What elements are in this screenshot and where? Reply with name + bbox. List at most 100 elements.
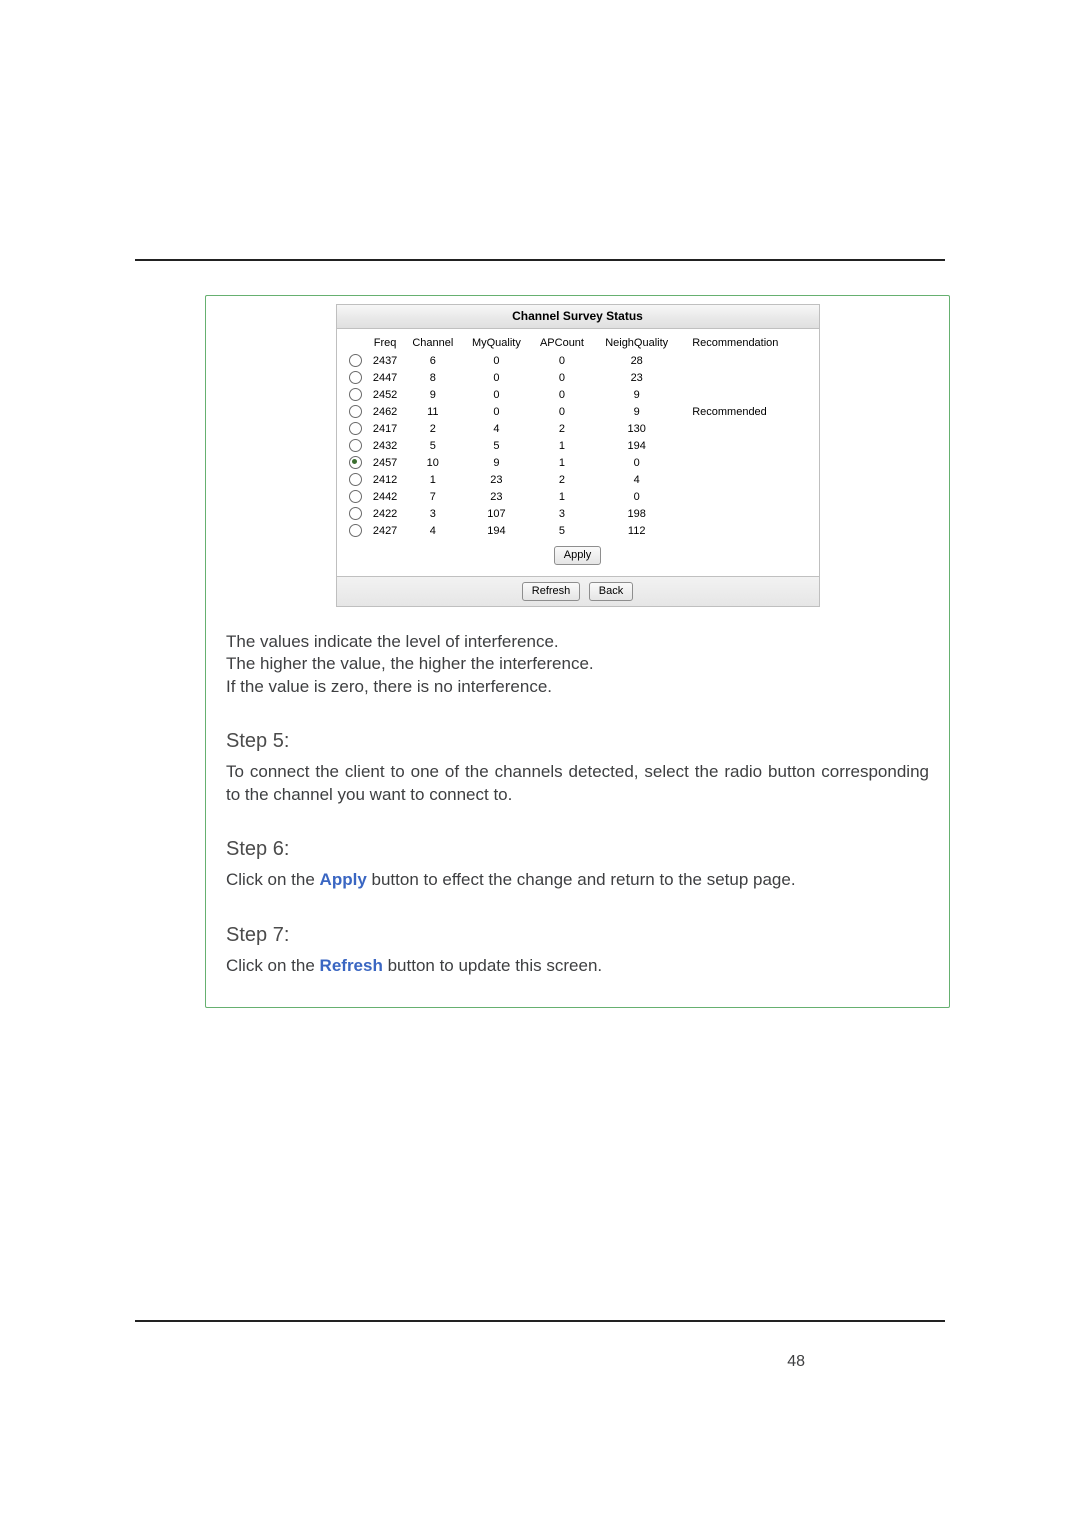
cell-recommendation — [680, 471, 810, 488]
interference-line-1: The values indicate the level of interfe… — [226, 631, 929, 653]
channel-radio[interactable] — [349, 439, 362, 452]
table-row: 241212324 — [345, 471, 811, 488]
cell-freq: 2442 — [367, 488, 404, 505]
table-row: 245710910 — [345, 454, 811, 471]
cell-recommendation — [680, 522, 810, 539]
cell-recommendation — [680, 369, 810, 386]
cell-myq: 4 — [462, 420, 531, 437]
cell-neigh: 112 — [593, 522, 680, 539]
table-row: 2432551194 — [345, 437, 811, 454]
step7-body: Click on the Refresh button to update th… — [226, 955, 929, 977]
cell-channel: 11 — [404, 403, 462, 420]
channel-radio[interactable] — [349, 371, 362, 384]
cell-recommendation — [680, 386, 810, 403]
cell-myq: 9 — [462, 454, 531, 471]
page-number: 48 — [787, 1353, 805, 1371]
channel-radio[interactable] — [349, 473, 362, 486]
step6-text-post: button to effect the change and return t… — [367, 870, 796, 889]
col-freq: Freq — [367, 334, 404, 352]
cell-freq: 2412 — [367, 471, 404, 488]
cell-apc: 1 — [531, 437, 593, 454]
step6-title: Step 6: — [226, 838, 929, 861]
cell-recommendation — [680, 488, 810, 505]
table-row: 242231073198 — [345, 505, 811, 522]
cell-apc: 2 — [531, 420, 593, 437]
cell-myq: 0 — [462, 403, 531, 420]
table-row: 242741945112 — [345, 522, 811, 539]
table-row: 244272310 — [345, 488, 811, 505]
cell-neigh: 194 — [593, 437, 680, 454]
refresh-button[interactable]: Refresh — [522, 582, 581, 601]
channel-radio[interactable] — [349, 524, 362, 537]
apply-keyword: Apply — [320, 870, 367, 889]
cell-myq: 0 — [462, 352, 531, 369]
cell-freq: 2457 — [367, 454, 404, 471]
step7-title: Step 7: — [226, 924, 929, 947]
cell-freq: 2432 — [367, 437, 404, 454]
cell-recommendation — [680, 454, 810, 471]
cell-channel: 5 — [404, 437, 462, 454]
cell-freq: 2437 — [367, 352, 404, 369]
table-row: 246211009Recommended — [345, 403, 811, 420]
col-apcount: APCount — [531, 334, 593, 352]
cell-apc: 0 — [531, 403, 593, 420]
cell-recommendation — [680, 420, 810, 437]
table-row: 2417242130 — [345, 420, 811, 437]
cell-recommendation — [680, 437, 810, 454]
cell-myq: 5 — [462, 437, 531, 454]
channel-radio[interactable] — [349, 507, 362, 520]
cell-channel: 6 — [404, 352, 462, 369]
step7-text-post: button to update this screen. — [383, 956, 602, 975]
col-myquality: MyQuality — [462, 334, 531, 352]
cell-freq: 2447 — [367, 369, 404, 386]
cell-freq: 2417 — [367, 420, 404, 437]
cell-neigh: 4 — [593, 471, 680, 488]
refresh-keyword: Refresh — [320, 956, 383, 975]
cell-apc: 5 — [531, 522, 593, 539]
cell-apc: 1 — [531, 454, 593, 471]
col-radio — [345, 334, 367, 352]
step6-text-pre: Click on the — [226, 870, 320, 889]
apply-button[interactable]: Apply — [554, 546, 602, 565]
cell-channel: 3 — [404, 505, 462, 522]
cell-freq: 2427 — [367, 522, 404, 539]
cell-myq: 23 — [462, 488, 531, 505]
cell-apc: 2 — [531, 471, 593, 488]
cell-apc: 0 — [531, 369, 593, 386]
channel-radio[interactable] — [349, 405, 362, 418]
table-row: 24529009 — [345, 386, 811, 403]
cell-recommendation — [680, 505, 810, 522]
cell-neigh: 23 — [593, 369, 680, 386]
cell-recommendation: Recommended — [680, 403, 810, 420]
cell-neigh: 130 — [593, 420, 680, 437]
cell-apc: 0 — [531, 386, 593, 403]
cell-apc: 0 — [531, 352, 593, 369]
cell-channel: 2 — [404, 420, 462, 437]
cell-channel: 9 — [404, 386, 462, 403]
cell-myq: 23 — [462, 471, 531, 488]
step6-body: Click on the Apply button to effect the … — [226, 869, 929, 891]
step7-text-pre: Click on the — [226, 956, 320, 975]
col-neighquality: NeighQuality — [593, 334, 680, 352]
cell-channel: 8 — [404, 369, 462, 386]
col-channel: Channel — [404, 334, 462, 352]
channel-radio[interactable] — [349, 388, 362, 401]
channel-radio[interactable] — [349, 490, 362, 503]
cell-freq: 2422 — [367, 505, 404, 522]
col-recommendation: Recommendation — [680, 334, 810, 352]
interference-line-2: The higher the value, the higher the int… — [226, 653, 929, 675]
channel-survey-panel: Channel Survey Status Freq Channel MyQua… — [336, 304, 820, 607]
cell-neigh: 198 — [593, 505, 680, 522]
cell-neigh: 0 — [593, 488, 680, 505]
channel-radio[interactable] — [349, 456, 362, 469]
table-row: 243760028 — [345, 352, 811, 369]
step5-title: Step 5: — [226, 730, 929, 753]
back-button[interactable]: Back — [589, 582, 633, 601]
cell-myq: 0 — [462, 386, 531, 403]
channel-radio[interactable] — [349, 422, 362, 435]
cell-neigh: 0 — [593, 454, 680, 471]
channel-table: Freq Channel MyQuality APCount NeighQual… — [345, 334, 811, 539]
cell-freq: 2452 — [367, 386, 404, 403]
cell-recommendation — [680, 352, 810, 369]
channel-radio[interactable] — [349, 354, 362, 367]
